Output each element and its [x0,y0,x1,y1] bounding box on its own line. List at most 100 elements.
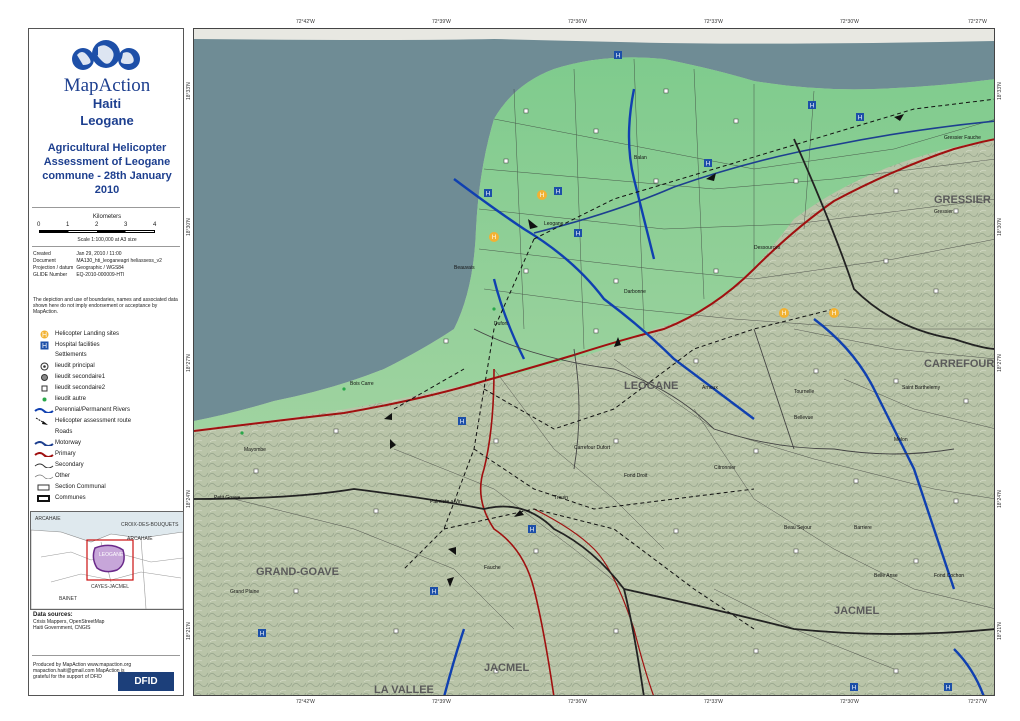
place-label: Balan [634,155,647,161]
legend-item: lieudit secondaire2 [33,383,105,393]
legend-item: H Hospital facilities [33,340,100,350]
legend-label: lieudit secondaire2 [55,385,106,391]
scale-tick: 4 [153,222,157,228]
svg-text:H: H [858,116,862,122]
legend-item: lieudit principal [33,361,95,371]
place-label: Fond Droit [624,473,648,479]
commune-label: JACMEL [484,662,530,674]
inset-map: ARCAHAIE CROIX-DES-BOUQUETS ARCAHAIE LEO… [30,511,184,610]
svg-text:H: H [852,686,856,692]
legend-item: Communes [33,493,86,503]
place-label: Saint Barthelemy [902,385,941,391]
place-label: Dessources [754,245,781,251]
inset-label: CROIX-DES-BOUQUETS [121,522,179,528]
commune-label: CARREFOUR [924,358,994,370]
lon-label-top: 72°36'W [568,19,587,25]
lon-label-top: 72°39'W [432,19,451,25]
place-label: Bellevue [794,415,813,421]
commune-label: LA VALLEE [374,684,434,696]
place-label: Melon [894,437,908,443]
lon-label-bottom: 72°42'W [296,699,315,705]
lat-label-left: 18°27'N [186,354,192,372]
legend-label: Perennial/Permanent Rivers [55,407,131,413]
map-title: Agricultural Helicopter Assessment of Le… [42,142,172,196]
main-map[interactable]: H H H H H H H H H H H H H H H H H LEOGAN… [193,28,995,696]
legend-label: Helicopter Landing sites [55,331,120,337]
legend-item: Perennial/Permanent Rivers [33,405,130,415]
section-boundary-icon [33,482,55,492]
legend-label: Communes [55,495,86,501]
legend-item: Secondary [33,460,84,470]
svg-text:H: H [460,420,464,426]
scale-bar [39,230,155,233]
hospital-icon: H [33,340,55,350]
route-arrow-icon [33,416,55,426]
scale-title: Kilometers [92,214,122,220]
place-label: Palmiste a Vin [430,499,462,505]
lat-label-right: 18°30'N [997,218,1003,236]
legend-label: Hospital facilities [55,342,100,348]
scale-tick: 0 [37,222,41,228]
disclaimer: The depiction and use of boundaries, nam… [33,297,178,315]
sources-title: Data sources: [33,612,73,618]
inset-label: CAYES-JACMEL [91,584,129,590]
place-label: Darbonne [624,289,646,295]
legend-label: Motorway [55,440,82,446]
divider [32,655,180,656]
metadata-row: GLIDE Number EQ-2010-000009-HTI [33,272,165,279]
legend-label: Secondary [55,462,84,468]
svg-text:H: H [832,311,836,317]
metadata-key: Created [33,251,51,257]
inset-label: BAINET [59,596,77,602]
legend-item: Primary [33,449,76,459]
primary-road-icon [33,449,55,459]
globe-logo-icon [72,40,140,70]
commune-boundary-icon [33,493,55,503]
place-label: Gressier [934,209,953,215]
lon-label-bottom: 72°36'W [568,699,587,705]
lat-label-right: 18°27'N [997,354,1003,372]
legend-item: lieudit autre [33,394,86,404]
svg-text:H: H [530,528,534,534]
info-panel: MapAction Haiti Leogane Agricultural Hel… [28,28,184,696]
place-label: Beau Sejour [784,525,812,531]
lat-label-right: 18°21'N [997,622,1003,640]
legend-label: lieudit secondaire1 [55,374,106,380]
helipad-icon: H [33,329,55,339]
brand-name: MapAction [63,75,151,96]
place-label: Barriere [854,525,872,531]
place-label: Carrefour Dufort [574,445,611,451]
legend-label: Section Communal [55,484,106,490]
legend-item: Roads [33,427,72,437]
lon-label-top: 72°27'W [968,19,987,25]
svg-text:H: H [782,311,786,317]
place-label: Mayombe [244,447,266,453]
lat-label-left: 18°24'N [186,490,192,508]
metadata-row: Document MA130_hti_leoganeagri heliassess… [33,258,165,265]
place-label: Gressier Fauche [944,135,981,141]
legend-item: Section Communal [33,482,106,492]
svg-text:H: H [540,193,544,199]
svg-text:H: H [486,192,490,198]
svg-text:H: H [946,686,950,692]
metadata-row: Projection / datum Geographic / WGS84 [33,265,165,272]
place-label: Trouin [554,495,568,501]
inset-label: LEOGANE [99,552,124,558]
commune-label: JACMEL [834,605,880,617]
commune-label: GRESSIER [934,194,991,206]
legend-label: Helicopter assessment route [55,418,132,424]
metadata-table: Created Jan 29, 2010 / 11:00 Document MA13… [33,251,165,279]
place-label: Arnoux [702,385,718,391]
legend-label: lieudit autre [55,396,87,402]
map-canvas: H H H H H H H H H H H H H H H H H LEOGAN… [194,29,994,696]
scale-tick: 2 [95,222,99,228]
place-label: Grand Plaine [230,589,259,595]
lat-label-left: 18°30'N [186,218,192,236]
scale-tick: 1 [66,222,70,228]
scale-tick: 3 [124,222,128,228]
svg-text:H: H [432,590,436,596]
inset-label: ARCAHAIE [127,536,153,542]
lat-label-left: 18°33'N [186,82,192,100]
svg-text:H: H [576,232,580,238]
metadata-value: EQ-2010-000009-HTI [76,272,125,278]
